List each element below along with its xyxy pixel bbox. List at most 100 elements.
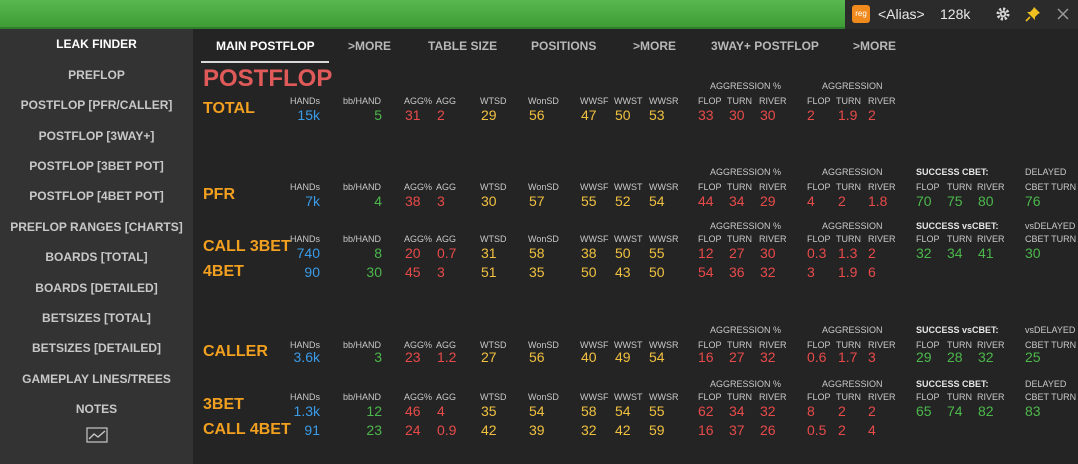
agg-turn-value: 2 xyxy=(838,193,846,209)
river-label: RIVER xyxy=(977,182,1005,192)
aggression-group-label: AGGRESSION xyxy=(822,325,883,335)
row-name-3bet[interactable]: 3BET xyxy=(203,396,244,414)
wonsd-label: WonSD xyxy=(528,392,559,402)
tab-table-size[interactable]: TABLE SIZE xyxy=(428,39,497,53)
tab-more-3[interactable]: >MORE xyxy=(853,39,896,53)
close-icon[interactable] xyxy=(1053,4,1073,24)
wtsd-value: 30 xyxy=(481,193,497,209)
hands-value: 90 xyxy=(304,264,320,280)
bb-hand-value: 5 xyxy=(374,107,382,123)
tab-more-2[interactable]: >MORE xyxy=(633,39,676,53)
agg-value: 3 xyxy=(437,193,445,209)
tab-3way-postflop[interactable]: 3WAY+ POSTFLOP xyxy=(711,39,819,53)
sidebar-item-postflop-3bet-pot[interactable]: POSTFLOP [3BET POT] xyxy=(0,159,193,173)
tab-main-postflop[interactable]: MAIN POSTFLOP xyxy=(216,39,315,53)
wwst-label: WWST xyxy=(614,96,643,106)
row-name-call-3bet[interactable]: CALL 3BET xyxy=(203,238,291,256)
aggp-flop-value: 62 xyxy=(698,403,714,419)
row-name-total[interactable]: TOTAL xyxy=(203,100,255,118)
wonsd-label: WonSD xyxy=(528,96,559,106)
bb-hand-label: bb/HAND xyxy=(343,182,382,192)
sidebar-item-postflop-4bet-pot[interactable]: POSTFLOP [4BET POT] xyxy=(0,189,193,203)
sidebar-item-preflop[interactable]: PREFLOP xyxy=(0,68,193,82)
agg-pct-value: 23 xyxy=(405,349,421,365)
agg-value: 3 xyxy=(437,264,445,280)
sidebar-item-boards-total[interactable]: BOARDS [TOTAL] xyxy=(0,250,193,264)
success-river-value: 82 xyxy=(978,403,994,419)
agg-pct-value: 38 xyxy=(405,193,421,209)
success-cbet-group-label: SUCCESS CBET: xyxy=(916,167,989,177)
success-vscbet-group-label: SUCCESS vsCBET: xyxy=(916,325,999,335)
sidebar-item-preflop-ranges[interactable]: PREFLOP RANGES [CHARTS] xyxy=(0,220,193,234)
wtsd-value: 51 xyxy=(481,264,497,280)
wtsd-label: WTSD xyxy=(480,96,507,106)
river-label: RIVER xyxy=(977,234,1005,244)
turn-label: TURN xyxy=(947,392,972,402)
flop-label: FLOP xyxy=(916,182,940,192)
agg-flop-value: 3 xyxy=(807,264,815,280)
wwsf-value: 55 xyxy=(581,193,597,209)
wwst-value: 49 xyxy=(615,349,631,365)
agg-pct-value: 46 xyxy=(405,403,421,419)
river-label: RIVER xyxy=(759,182,787,192)
aggp-flop-value: 16 xyxy=(698,422,714,438)
success-cbet-group-label: SUCCESS CBET: xyxy=(916,379,989,389)
river-label: RIVER xyxy=(868,96,896,106)
active-tab-indicator xyxy=(201,61,329,63)
row-name-caller[interactable]: CALLER xyxy=(203,343,268,361)
aggp-flop-value: 44 xyxy=(698,193,714,209)
wonsd-label: WonSD xyxy=(528,234,559,244)
flop-label: FLOP xyxy=(807,392,831,402)
success-river-value: 32 xyxy=(978,349,994,365)
row-name-call-4bet[interactable]: CALL 4BET xyxy=(203,421,291,439)
turn-label: TURN xyxy=(947,182,972,192)
wtsd-value: 29 xyxy=(481,107,497,123)
title-bar-drag-area[interactable] xyxy=(0,0,845,29)
wtsd-value: 31 xyxy=(481,245,497,261)
wwst-value: 42 xyxy=(615,422,631,438)
bb-hand-value: 3 xyxy=(374,349,382,365)
hands-value: 15k xyxy=(297,107,320,123)
row-name-pfr[interactable]: PFR xyxy=(203,186,235,204)
sidebar-item-postflop-3way[interactable]: POSTFLOP [3WAY+] xyxy=(0,129,193,143)
sidebar-item-boards-detailed[interactable]: BOARDS [DETAILED] xyxy=(0,281,193,295)
wwsf-value: 40 xyxy=(581,349,597,365)
flop-label: FLOP xyxy=(698,234,722,244)
player-type-badge[interactable]: reg xyxy=(852,5,870,23)
pin-icon[interactable] xyxy=(1023,4,1043,24)
sidebar-item-gameplay-lines[interactable]: GAMEPLAY LINES/TREES xyxy=(0,372,193,386)
success-flop-value: 32 xyxy=(916,245,932,261)
agg-value: 1.2 xyxy=(437,349,457,365)
flop-label: FLOP xyxy=(807,96,831,106)
tab-positions[interactable]: POSITIONS xyxy=(531,39,596,53)
aggression-group-label: AGGRESSION xyxy=(822,81,883,91)
gear-icon[interactable] xyxy=(993,4,1013,24)
sidebar: LEAK FINDER PREFLOP POSTFLOP [PFR/CALLER… xyxy=(0,29,193,464)
flop-label: FLOP xyxy=(916,392,940,402)
aggression-pct-group-label: AGGRESSION % xyxy=(710,325,782,335)
wtsd-label: WTSD xyxy=(480,182,507,192)
sidebar-item-leak-finder[interactable]: LEAK FINDER xyxy=(0,37,193,51)
aggp-flop-value: 16 xyxy=(698,349,714,365)
sidebar-item-betsizes-detailed[interactable]: BETSIZES [DETAILED] xyxy=(0,341,193,355)
flop-label: FLOP xyxy=(807,234,831,244)
success-river-value: 41 xyxy=(978,245,994,261)
total-hands-count: 128k xyxy=(940,6,971,22)
row-name-4bet[interactable]: 4BET xyxy=(203,263,244,281)
bb-hand-value: 12 xyxy=(366,403,382,419)
wtsd-value: 35 xyxy=(481,403,497,419)
line-chart-icon[interactable] xyxy=(86,427,108,443)
sidebar-item-postflop-pfr-caller[interactable]: POSTFLOP [PFR/CALLER] xyxy=(0,98,193,112)
bb-hand-label: bb/HAND xyxy=(343,234,382,244)
tab-more-1[interactable]: >MORE xyxy=(348,39,391,53)
sidebar-item-betsizes-total[interactable]: BETSIZES [TOTAL] xyxy=(0,311,193,325)
vsdelayed-group-label: vsDELAYED xyxy=(1025,325,1076,335)
hands-value: 91 xyxy=(304,422,320,438)
success-flop-value: 70 xyxy=(916,193,932,209)
river-label: RIVER xyxy=(868,182,896,192)
sidebar-item-notes[interactable]: NOTES xyxy=(0,402,193,416)
wwsf-value: 50 xyxy=(581,264,597,280)
wwsf-value: 38 xyxy=(581,245,597,261)
wwsr-label: WWSR xyxy=(649,234,679,244)
aggp-turn-value: 36 xyxy=(729,264,745,280)
